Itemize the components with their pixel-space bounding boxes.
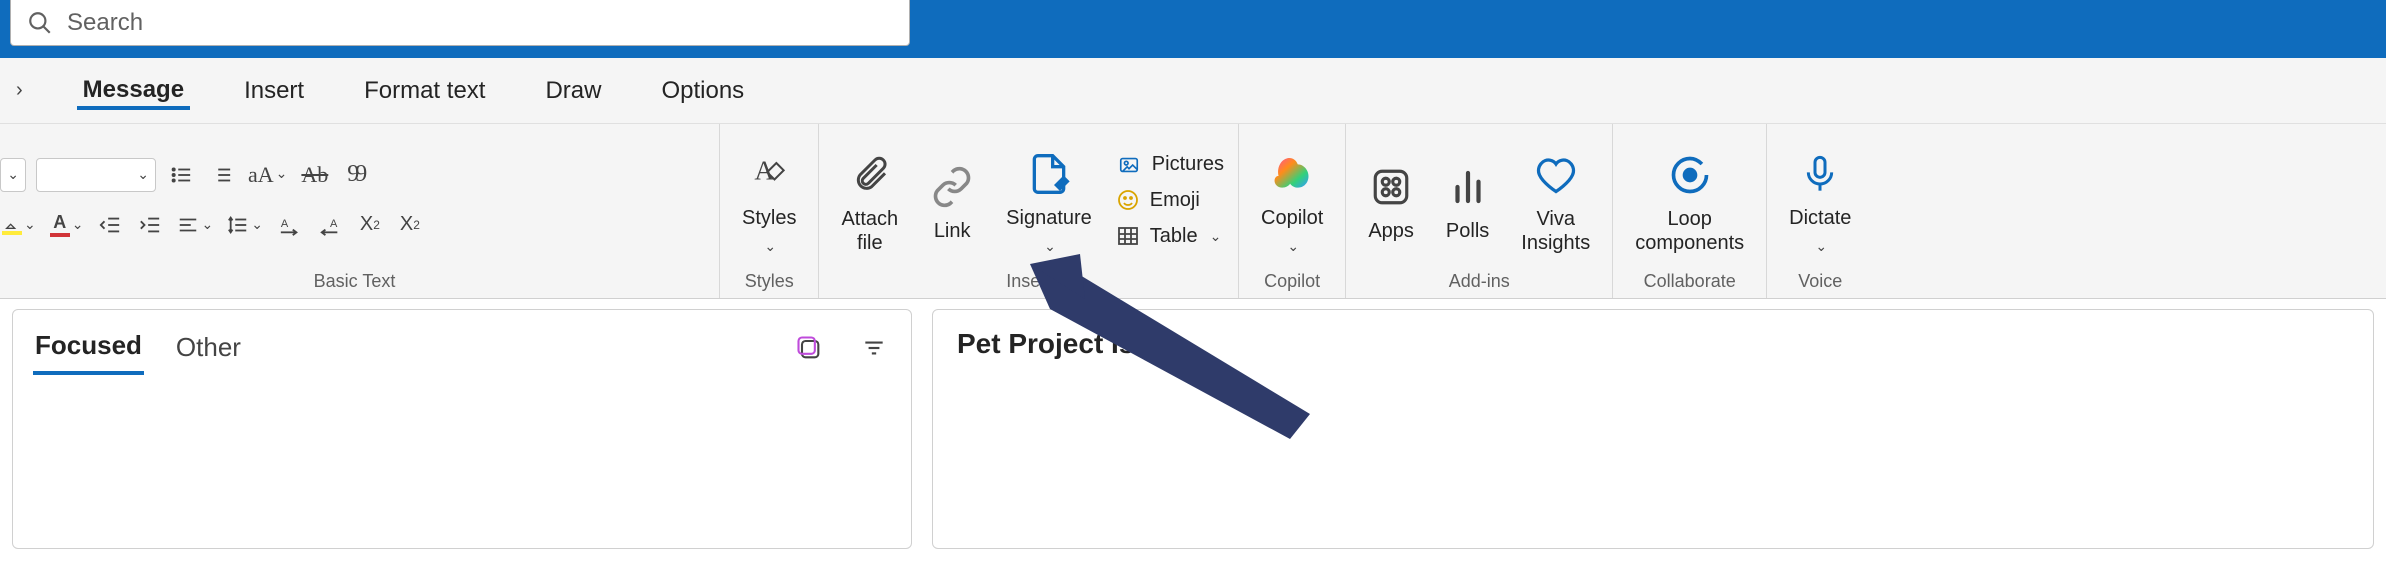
multiselect-icon[interactable]: [791, 330, 827, 366]
group-label-basic-text: Basic Text: [0, 269, 709, 296]
viva-insights-button[interactable]: Viva Insights: [1509, 145, 1602, 255]
group-insert: Attach file Link Signature ⌄: [819, 124, 1239, 298]
styles-icon: A: [747, 150, 791, 198]
tab-focused[interactable]: Focused: [33, 320, 144, 375]
numbering-button[interactable]: [206, 158, 236, 192]
styles-button[interactable]: A Styles ⌄: [730, 144, 808, 255]
group-voice: Dictate ⌄ Voice: [1767, 124, 1873, 298]
tab-message[interactable]: Message: [77, 72, 190, 110]
font-size-dropdown[interactable]: ⌄: [36, 158, 156, 192]
svg-text:A: A: [755, 155, 775, 186]
title-bar: [0, 0, 2386, 58]
copilot-icon: [1269, 150, 1315, 198]
filter-icon[interactable]: [857, 331, 891, 365]
tab-draw[interactable]: Draw: [539, 73, 607, 109]
strikethrough-button[interactable]: Ab: [299, 158, 330, 192]
tab-format-text[interactable]: Format text: [358, 73, 491, 109]
signature-icon: [1027, 150, 1071, 198]
chevron-down-icon: ⌄: [1044, 238, 1056, 255]
tab-other[interactable]: Other: [174, 322, 243, 373]
svg-text:A: A: [281, 217, 289, 229]
ltr-button[interactable]: A: [275, 208, 305, 242]
decrease-indent-button[interactable]: [95, 208, 125, 242]
line-spacing-button[interactable]: ⌄: [225, 208, 265, 242]
link-button[interactable]: Link: [918, 157, 986, 243]
font-family-dropdown[interactable]: ⌄: [0, 158, 26, 192]
bullets-button[interactable]: [166, 158, 196, 192]
search-icon: [27, 10, 53, 36]
group-basic-text: ⌄ ⌄ aA⌄ Ab 99: [0, 124, 720, 298]
mail-subject: Pet Project Issue: [957, 328, 2349, 360]
ribbon-tabs: › Message Insert Format text Draw Option…: [0, 58, 2386, 124]
table-button[interactable]: Table ⌄: [1112, 222, 1228, 250]
group-label-styles: Styles: [730, 269, 808, 296]
chevron-down-icon: ⌄: [1287, 238, 1299, 255]
apps-button[interactable]: Apps: [1356, 157, 1426, 243]
link-icon: [930, 163, 974, 211]
quote-button[interactable]: 99: [340, 158, 370, 192]
superscript-button[interactable]: X2: [395, 208, 425, 242]
svg-text:A: A: [330, 217, 338, 229]
pictures-icon: [1116, 154, 1142, 176]
tab-options[interactable]: Options: [655, 73, 750, 109]
group-label-addins: Add-ins: [1356, 269, 1602, 296]
copilot-button[interactable]: Copilot ⌄: [1249, 144, 1335, 255]
group-copilot: Copilot ⌄ Copilot: [1239, 124, 1346, 298]
rtl-button[interactable]: A: [315, 208, 345, 242]
group-addins: Apps Polls Viva Insights Add-ins: [1346, 124, 1613, 298]
increase-indent-button[interactable]: [135, 208, 165, 242]
microphone-icon: [1800, 150, 1840, 198]
table-icon: [1116, 224, 1140, 248]
group-label-insert: Insert: [829, 269, 1228, 296]
change-case-button[interactable]: aA⌄: [246, 158, 289, 192]
tab-insert[interactable]: Insert: [238, 73, 310, 109]
chevron-down-icon: ⌄: [1815, 238, 1827, 255]
reading-pane: Pet Project Issue: [932, 309, 2374, 549]
group-label-collaborate: Collaborate: [1623, 269, 1756, 296]
loop-icon: [1668, 151, 1712, 199]
emoji-icon: [1116, 188, 1140, 212]
viva-insights-icon: [1534, 151, 1578, 199]
group-styles: A Styles ⌄ Styles: [720, 124, 819, 298]
font-color-button[interactable]: A ⌄: [48, 208, 86, 242]
loop-components-button[interactable]: Loop components: [1623, 145, 1756, 255]
dictate-button[interactable]: Dictate ⌄: [1777, 144, 1863, 255]
pictures-button[interactable]: Pictures: [1112, 151, 1228, 178]
attach-file-button[interactable]: Attach file: [829, 145, 910, 255]
apps-icon: [1370, 163, 1412, 211]
back-chevron-icon[interactable]: ›: [10, 79, 29, 102]
chevron-down-icon: ⌄: [764, 238, 776, 255]
mail-list-pane: Focused Other: [12, 309, 912, 549]
ribbon: ⌄ ⌄ aA⌄ Ab 99: [0, 124, 2386, 299]
content-area: Focused Other Pet Project Issue: [0, 299, 2386, 559]
search-box[interactable]: [10, 0, 910, 46]
align-button[interactable]: ⌄: [175, 208, 215, 242]
group-label-copilot: Copilot: [1249, 269, 1335, 296]
chevron-down-icon: ⌄: [1210, 228, 1222, 245]
emoji-button[interactable]: Emoji: [1112, 186, 1228, 214]
group-collaborate: Loop components Collaborate: [1613, 124, 1767, 298]
signature-button[interactable]: Signature ⌄: [994, 144, 1104, 255]
polls-button[interactable]: Polls: [1434, 157, 1501, 243]
highlight-button[interactable]: ⌄: [0, 208, 38, 242]
paperclip-icon: [850, 151, 890, 199]
polls-icon: [1447, 163, 1489, 211]
group-label-voice: Voice: [1777, 269, 1863, 296]
search-input[interactable]: [67, 9, 893, 37]
subscript-button[interactable]: X2: [355, 208, 385, 242]
